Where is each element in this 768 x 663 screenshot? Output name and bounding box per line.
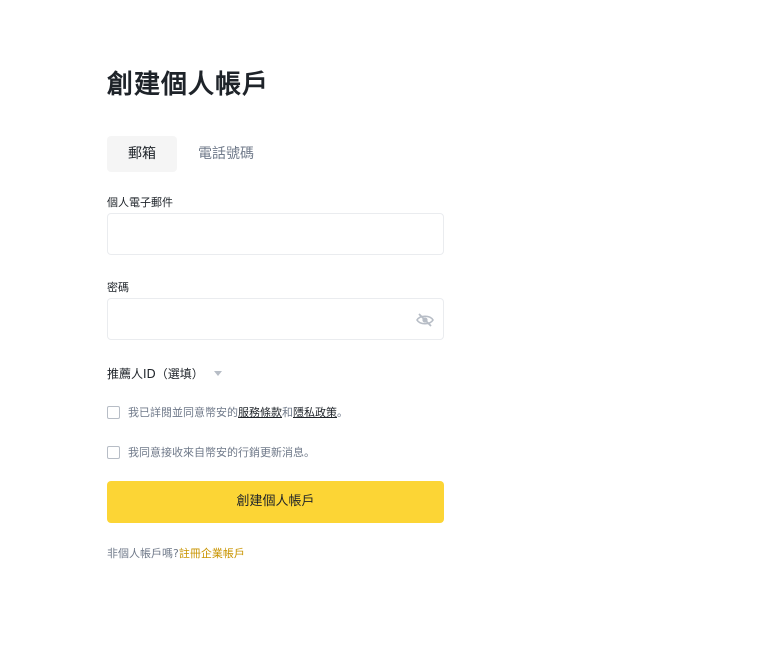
privacy-policy-link[interactable]: 隱私政策 [293, 404, 337, 420]
email-input[interactable] [108, 214, 422, 252]
password-label: 密碼 [107, 281, 129, 294]
referral-label: 推薦人ID（選填） [107, 367, 204, 381]
caret-down-icon [213, 371, 222, 376]
create-account-button[interactable]: 創建個人帳戶 [107, 481, 444, 523]
marketing-label: 我同意接收來自幣安的行銷更新消息。 [128, 446, 315, 459]
eye-off-icon[interactable] [415, 310, 435, 330]
email-field-wrapper [107, 213, 444, 255]
referral-toggle[interactable]: 推薦人ID（選填） [107, 365, 222, 382]
terms-of-service-link[interactable]: 服務條款 [238, 404, 282, 420]
terms-row: 我已詳閱並同意幣安的 服務條款 和 隱私政策 。 [107, 404, 348, 420]
terms-prefix: 我已詳閱並同意幣安的 [128, 406, 238, 419]
signup-method-tabs: 郵箱 電話號碼 [107, 136, 275, 172]
marketing-checkbox[interactable] [107, 445, 120, 459]
tab-email[interactable]: 郵箱 [107, 136, 177, 172]
terms-and: 和 [282, 406, 293, 419]
page-title: 創建個人帳戶 [107, 70, 270, 100]
footer-text: 非個人帳戶嗎?註冊企業帳戶 [107, 545, 245, 561]
password-input[interactable] [108, 299, 422, 337]
terms-checkbox[interactable] [107, 405, 120, 419]
footer-prefix: 非個人帳戶嗎? [107, 547, 179, 560]
register-business-link[interactable]: 註冊企業帳戶 [179, 547, 245, 560]
email-label: 個人電子郵件 [107, 196, 173, 209]
tab-phone[interactable]: 電話號碼 [177, 136, 275, 172]
marketing-row: 我同意接收來自幣安的行銷更新消息。 [107, 444, 315, 460]
terms-suffix: 。 [337, 406, 348, 419]
password-field-wrapper [107, 298, 444, 340]
